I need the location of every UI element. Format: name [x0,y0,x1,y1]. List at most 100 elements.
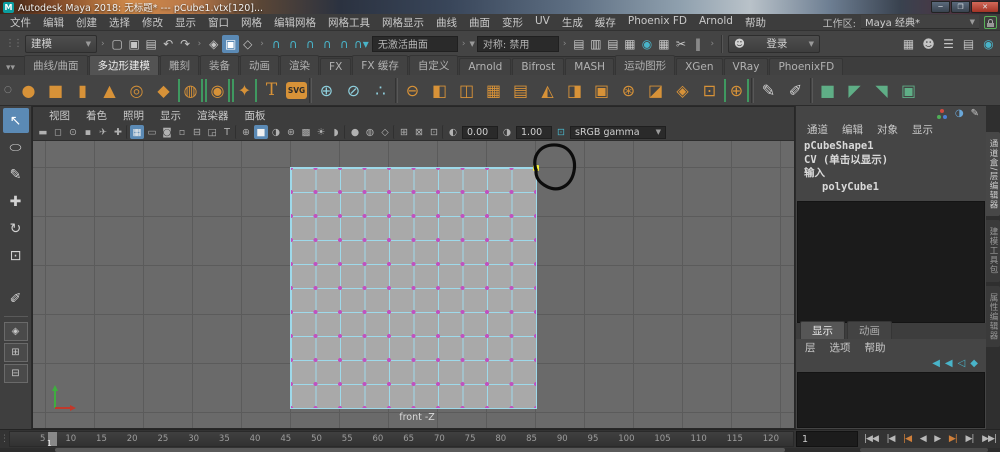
vtab-attribute-editor[interactable]: 属性编辑器 [986,285,1000,348]
field-chart-icon[interactable]: ⊟ [190,125,204,139]
bridge-icon[interactable]: ▣ [589,78,614,103]
shelf-tab-xgen[interactable]: XGen [676,58,723,75]
workspace-lock-icon[interactable] [984,15,997,29]
move-tool[interactable]: ✚ [3,189,29,214]
poly-disc-icon[interactable]: ◍ [178,78,203,102]
render-current-frame-icon[interactable]: ▥ [587,35,604,53]
color-space-dropdown[interactable]: sRGB gamma ▼ [570,125,666,139]
save-scene-icon[interactable]: ▤ [143,35,160,53]
humanik-toggle-icon[interactable]: ☻ [920,35,937,53]
input-node-label[interactable]: polyCube1 [804,181,978,195]
channel-box-toggle-icon[interactable]: ☰ [940,35,957,53]
pcube-front-face[interactable] [290,165,539,409]
vtab-modeling-toolkit[interactable]: 建模工具包 [986,220,1000,282]
menu-file[interactable]: 文件 [4,15,37,30]
create-curve-icon[interactable]: ✎ [756,78,781,103]
poly-cube-icon[interactable]: ■ [43,78,68,103]
close-button[interactable]: ✕ [971,1,999,13]
chevron-down-icon[interactable]: ▼ [469,40,474,48]
textured-display-icon[interactable]: ◑ [269,125,283,139]
shelf-tab-curves-surfaces[interactable]: 曲线/曲面 [24,55,88,75]
play-forwards-button[interactable]: ▶ [934,434,941,444]
menu-windows[interactable]: 窗口 [202,15,235,30]
shadows-icon[interactable]: ▩ [299,125,313,139]
shelf-separator[interactable] [395,77,398,103]
time-slider-track[interactable]: 5 10 15 20 25 30 35 40 45 50 55 60 65 70 75 80 85 90 95 100… [9,431,794,448]
menu-deform[interactable]: 变形 [496,15,529,30]
menu-create[interactable]: 创建 [70,15,103,30]
super-shape-icon[interactable]: ✦ [232,78,257,102]
multi-cut-icon[interactable]: ◈ [670,78,695,103]
select-tool[interactable]: ↖ [2,108,29,133]
render-view-icon[interactable]: ▤ [570,35,587,53]
select-component-icon[interactable]: ◇ [239,35,256,53]
menu-uv[interactable]: UV [529,15,556,30]
sign-in-dropdown[interactable]: ☻ 登录 ▼ [728,34,821,53]
delete-history-icon[interactable]: ⊘ [341,78,366,103]
oriented-camera-icon[interactable]: ✈ [96,125,110,139]
contrast-icon[interactable]: ◑ [500,125,514,139]
layer-options-icon[interactable]: ◆ [970,358,978,369]
exposure-icon[interactable]: ◐ [446,125,460,139]
render-setup-icon[interactable]: ▦ [621,35,638,53]
reduce-icon[interactable]: ▤ [508,78,533,103]
viewport-canvas[interactable]: front -Z [33,141,794,428]
vp-separator[interactable] [442,125,445,139]
layer-list-area[interactable] [797,372,985,428]
menu-surfaces[interactable]: 曲面 [463,15,496,30]
center-pivot-icon[interactable]: ⊕ [314,78,339,103]
menu-cache[interactable]: 缓存 [589,15,622,30]
layout-two-pane-button[interactable]: ⊟ [3,364,28,383]
vtab-channel-box-layer-editor[interactable]: 通道盒/层编辑器 [986,132,1000,217]
combine-icon[interactable]: ⊖ [400,78,425,103]
shelf-separator[interactable] [309,77,312,103]
poly-cylinder-icon[interactable]: ▮ [70,78,95,103]
layer-menu-options[interactable]: 选项 [823,340,858,355]
snap-pivot-icon[interactable]: ✚ [111,125,125,139]
new-layer-icon[interactable]: ◁ [958,358,966,369]
platonic-solid-icon[interactable]: ◉ [205,78,230,102]
tool-spacer[interactable] [3,270,29,284]
drag-grip-icon[interactable]: ⋮ [0,430,9,448]
maximize-button[interactable]: ❐ [951,1,970,13]
shelf-menu-icon[interactable]: ▾▾ [6,63,15,73]
shelf-tab-fx[interactable]: FX [320,58,352,75]
last-tool[interactable]: ✐ [3,286,29,311]
vp-separator[interactable] [344,125,347,139]
layer-tab-anim[interactable]: 动画 [847,321,892,339]
titlebar[interactable]: M Autodesk Maya 2018: 无标题* --- pCube1.vt… [0,0,1000,14]
bookmark-icon[interactable]: ◻ [51,125,65,139]
pause-icon[interactable]: ‖ [689,35,706,53]
ipr-render-icon[interactable]: ▤ [604,35,621,53]
edit-channels-icon[interactable]: ✎ [971,108,979,120]
selected-vertex[interactable] [533,165,539,171]
shelf-scroll-icon[interactable]: ○ [4,85,12,95]
menu-help[interactable]: 帮助 [739,15,772,30]
bevel-icon[interactable]: ◪ [643,78,668,103]
wireframe-display-icon[interactable]: ⊕ [239,125,253,139]
shelf-tab-motion-graphics[interactable]: 运动图形 [615,55,676,75]
channel-box-menu-object[interactable]: 对象 [870,122,905,137]
minimize-button[interactable]: ─ [931,1,950,13]
layout-four-pane-button[interactable]: ⊞ [3,343,28,362]
poly-sphere-icon[interactable]: ● [16,78,41,103]
show-connections-icon[interactable] [936,109,948,119]
open-scene-icon[interactable]: ▣ [126,35,143,53]
zero-transforms-icon[interactable]: ∴ [368,78,393,103]
shelf-tab-arnold[interactable]: Arnold [459,58,512,75]
step-forward-frame-button[interactable]: ▶| [965,434,974,444]
svg-tool-icon[interactable]: SVG [286,81,307,99]
motion-blur-icon[interactable]: ◗ [329,125,343,139]
current-frame-field[interactable]: 1 [796,431,858,447]
shelf-tab-vray[interactable]: VRay [723,58,769,75]
workspace-dropdown[interactable]: Maya 经典* ▼ [861,15,979,29]
panel-menu-shading[interactable]: 着色 [78,108,115,123]
contrast-field[interactable]: 1.00 [516,125,552,139]
step-forward-key-button[interactable]: ▶| [949,434,958,444]
isolate-select-icon[interactable]: ● [348,125,362,139]
menu-generate[interactable]: 生成 [556,15,589,30]
lighting-display-icon[interactable]: ⊛ [284,125,298,139]
hide-show-icon[interactable]: ◑ [955,108,964,120]
step-back-key-button[interactable]: |◀ [903,434,912,444]
menu-mesh-tools[interactable]: 网格工具 [322,15,376,30]
